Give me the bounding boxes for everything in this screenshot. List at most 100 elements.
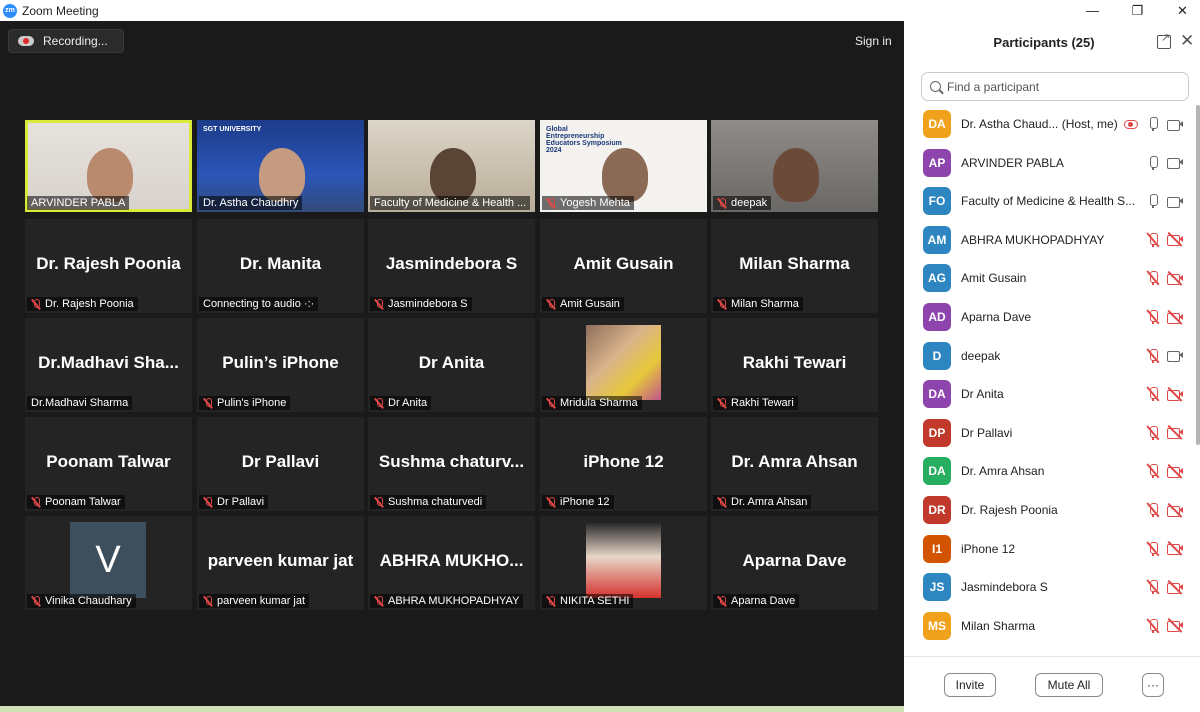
mic-muted-icon[interactable]	[1146, 348, 1160, 364]
tile-name-text: Jasmindebora S	[388, 298, 468, 310]
tile-name-label: Jasmindebora S	[370, 297, 472, 311]
avatar: D	[923, 341, 951, 370]
mic-muted-icon[interactable]	[1146, 579, 1160, 595]
video-off-icon[interactable]	[1167, 502, 1183, 518]
close-panel-icon[interactable]: ✕	[1180, 31, 1194, 51]
participant-row[interactable]: MS Milan Sharma	[904, 607, 1200, 645]
video-tile[interactable]: Milan Sharma Milan Sharma	[711, 219, 878, 313]
video-tile[interactable]: Dr. Amra Ahsan Dr. Amra Ahsan	[711, 417, 878, 511]
video-tile[interactable]: V Vinika Chaudhary	[25, 516, 192, 610]
recording-status-icon	[1124, 119, 1138, 129]
participant-row[interactable]: DA Dr Anita	[904, 375, 1200, 413]
participant-list-scrollbar[interactable]	[1196, 105, 1200, 445]
minimize-button[interactable]: —	[1070, 0, 1115, 21]
video-off-icon[interactable]	[1167, 541, 1183, 556]
mic-muted-icon[interactable]	[1146, 232, 1160, 248]
video-off-icon[interactable]	[1167, 618, 1183, 634]
video-tile[interactable]: Dr.Madhavi Sha... Dr.Madhavi Sharma	[25, 318, 192, 412]
video-tile[interactable]: Global Entrepreneurship Educators Sympos…	[540, 120, 707, 212]
participant-display-name: Dr Pallavi	[241, 452, 320, 471]
participant-row[interactable]: I1 iPhone 12	[904, 530, 1200, 568]
participant-name: Milan Sharma	[961, 618, 1036, 633]
mic-muted-icon[interactable]	[1146, 541, 1160, 557]
video-tile[interactable]: ABHRA MUKHO... ABHRA MUKHOPADHYAY	[368, 516, 535, 610]
sign-in-link[interactable]: Sign in	[855, 34, 892, 48]
mic-muted-icon[interactable]	[1146, 270, 1160, 286]
video-tile[interactable]: Rakhi Tewari Rakhi Tewari	[711, 318, 878, 412]
mic-icon[interactable]	[1148, 117, 1158, 131]
video-off-icon[interactable]	[1167, 464, 1183, 479]
tile-name-label: iPhone 12	[542, 495, 614, 509]
tile-name-text: iPhone 12	[560, 496, 610, 508]
video-icon[interactable]	[1167, 157, 1183, 170]
participant-display-name: Rakhi Tewari	[742, 353, 847, 372]
participant-row[interactable]: JS Jasmindebora S	[904, 568, 1200, 606]
tile-name-text: ARVINDER PABLA	[31, 197, 126, 209]
more-options-button[interactable]: ···	[1142, 673, 1164, 697]
participant-row[interactable]: DA Dr. Astha Chaud... (Host, me)	[904, 105, 1200, 143]
participant-row[interactable]: Ddeepak	[904, 337, 1200, 375]
video-tile[interactable]: ARVINDER PABLA	[25, 120, 192, 212]
participant-display-name: iPhone 12	[583, 452, 664, 471]
video-tile[interactable]: iPhone 12 iPhone 12	[540, 417, 707, 511]
tile-name-label: Amit Gusain	[542, 297, 624, 311]
mic-icon[interactable]	[1148, 155, 1158, 170]
video-tile[interactable]: Jasmindebora S Jasmindebora S	[368, 219, 535, 313]
mic-muted-icon	[203, 397, 213, 409]
video-tile[interactable]: deepak	[711, 120, 878, 212]
video-tile[interactable]: Dr. Rajesh Poonia Dr. Rajesh Poonia	[25, 219, 192, 313]
video-tile[interactable]: Dr. Manita Connecting to audio ·:·	[197, 219, 364, 313]
video-tile[interactable]: Aparna Dave Aparna Dave	[711, 516, 878, 610]
video-off-icon[interactable]	[1167, 579, 1183, 595]
mic-muted-icon[interactable]	[1146, 386, 1160, 402]
video-tile[interactable]: Mridula Sharma	[540, 318, 707, 412]
close-window-button[interactable]: ✕	[1160, 0, 1200, 21]
tile-name-text: ABHRA MUKHOPADHYAY	[388, 595, 520, 607]
video-off-icon[interactable]	[1167, 232, 1183, 248]
participant-row[interactable]: DP Dr Pallavi	[904, 414, 1200, 452]
mic-muted-icon[interactable]	[1146, 463, 1160, 479]
mute-all-button[interactable]: Mute All	[1035, 673, 1103, 697]
video-icon[interactable]	[1167, 119, 1183, 131]
video-off-icon[interactable]	[1167, 386, 1183, 402]
mic-muted-icon	[31, 298, 41, 310]
participant-search[interactable]	[921, 72, 1189, 101]
video-icon[interactable]	[1167, 350, 1183, 363]
popout-icon[interactable]	[1157, 31, 1171, 49]
search-input[interactable]	[947, 79, 1177, 94]
participant-row[interactable]: AP ARVINDER PABLA	[904, 144, 1200, 182]
tile-name-label: Poonam Talwar	[27, 495, 125, 509]
video-tile[interactable]: Sushma chaturv... Sushma chaturvedi	[368, 417, 535, 511]
participant-row[interactable]: DR Dr. Rajesh Poonia	[904, 491, 1200, 529]
participant-name: Dr Anita	[961, 387, 1004, 402]
participant-row[interactable]: AG Amit Gusain	[904, 259, 1200, 297]
maximize-button[interactable]: ❐	[1115, 0, 1160, 21]
participant-row[interactable]: FO Faculty of Medicine & Health S...	[904, 182, 1200, 220]
video-icon[interactable]	[1167, 196, 1183, 208]
video-off-icon[interactable]	[1167, 309, 1183, 325]
participant-row[interactable]: AM ABHRA MUKHOPADHYAY	[904, 221, 1200, 259]
video-off-icon[interactable]	[1167, 425, 1183, 441]
video-tile[interactable]: SGT UNIVERSITY Dr. Astha Chaudhry	[197, 120, 364, 212]
video-tile[interactable]: Dr Pallavi Dr Pallavi	[197, 417, 364, 511]
video-tile[interactable]: Amit Gusain Amit Gusain	[540, 219, 707, 313]
tile-name-text: Milan Sharma	[731, 298, 799, 310]
mic-icon[interactable]	[1148, 194, 1158, 209]
recording-indicator[interactable]: Recording...	[8, 29, 124, 53]
participant-row[interactable]: DA Dr. Amra Ahsan	[904, 452, 1200, 490]
mic-muted-icon[interactable]	[1146, 502, 1160, 518]
video-off-icon[interactable]	[1167, 271, 1183, 286]
video-tile[interactable]: parveen kumar jat parveen kumar jat	[197, 516, 364, 610]
video-tile[interactable]: Faculty of Medicine & Health ...	[368, 120, 535, 212]
tile-name-label: Faculty of Medicine & Health ...	[370, 196, 531, 210]
mic-muted-icon[interactable]	[1146, 309, 1160, 325]
video-tile[interactable]: Dr Anita Dr Anita	[368, 318, 535, 412]
invite-button[interactable]: Invite	[944, 673, 996, 697]
participant-row[interactable]: AD Aparna Dave	[904, 298, 1200, 336]
mic-muted-icon[interactable]	[1146, 618, 1160, 634]
mic-muted-icon[interactable]	[1146, 425, 1160, 441]
video-tile[interactable]: NIKITA SETHI	[540, 516, 707, 610]
video-tile[interactable]: Pulin’s iPhone Pulin's iPhone	[197, 318, 364, 412]
tile-name-label: parveen kumar jat	[199, 594, 310, 608]
video-tile[interactable]: Poonam Talwar Poonam Talwar	[25, 417, 192, 511]
